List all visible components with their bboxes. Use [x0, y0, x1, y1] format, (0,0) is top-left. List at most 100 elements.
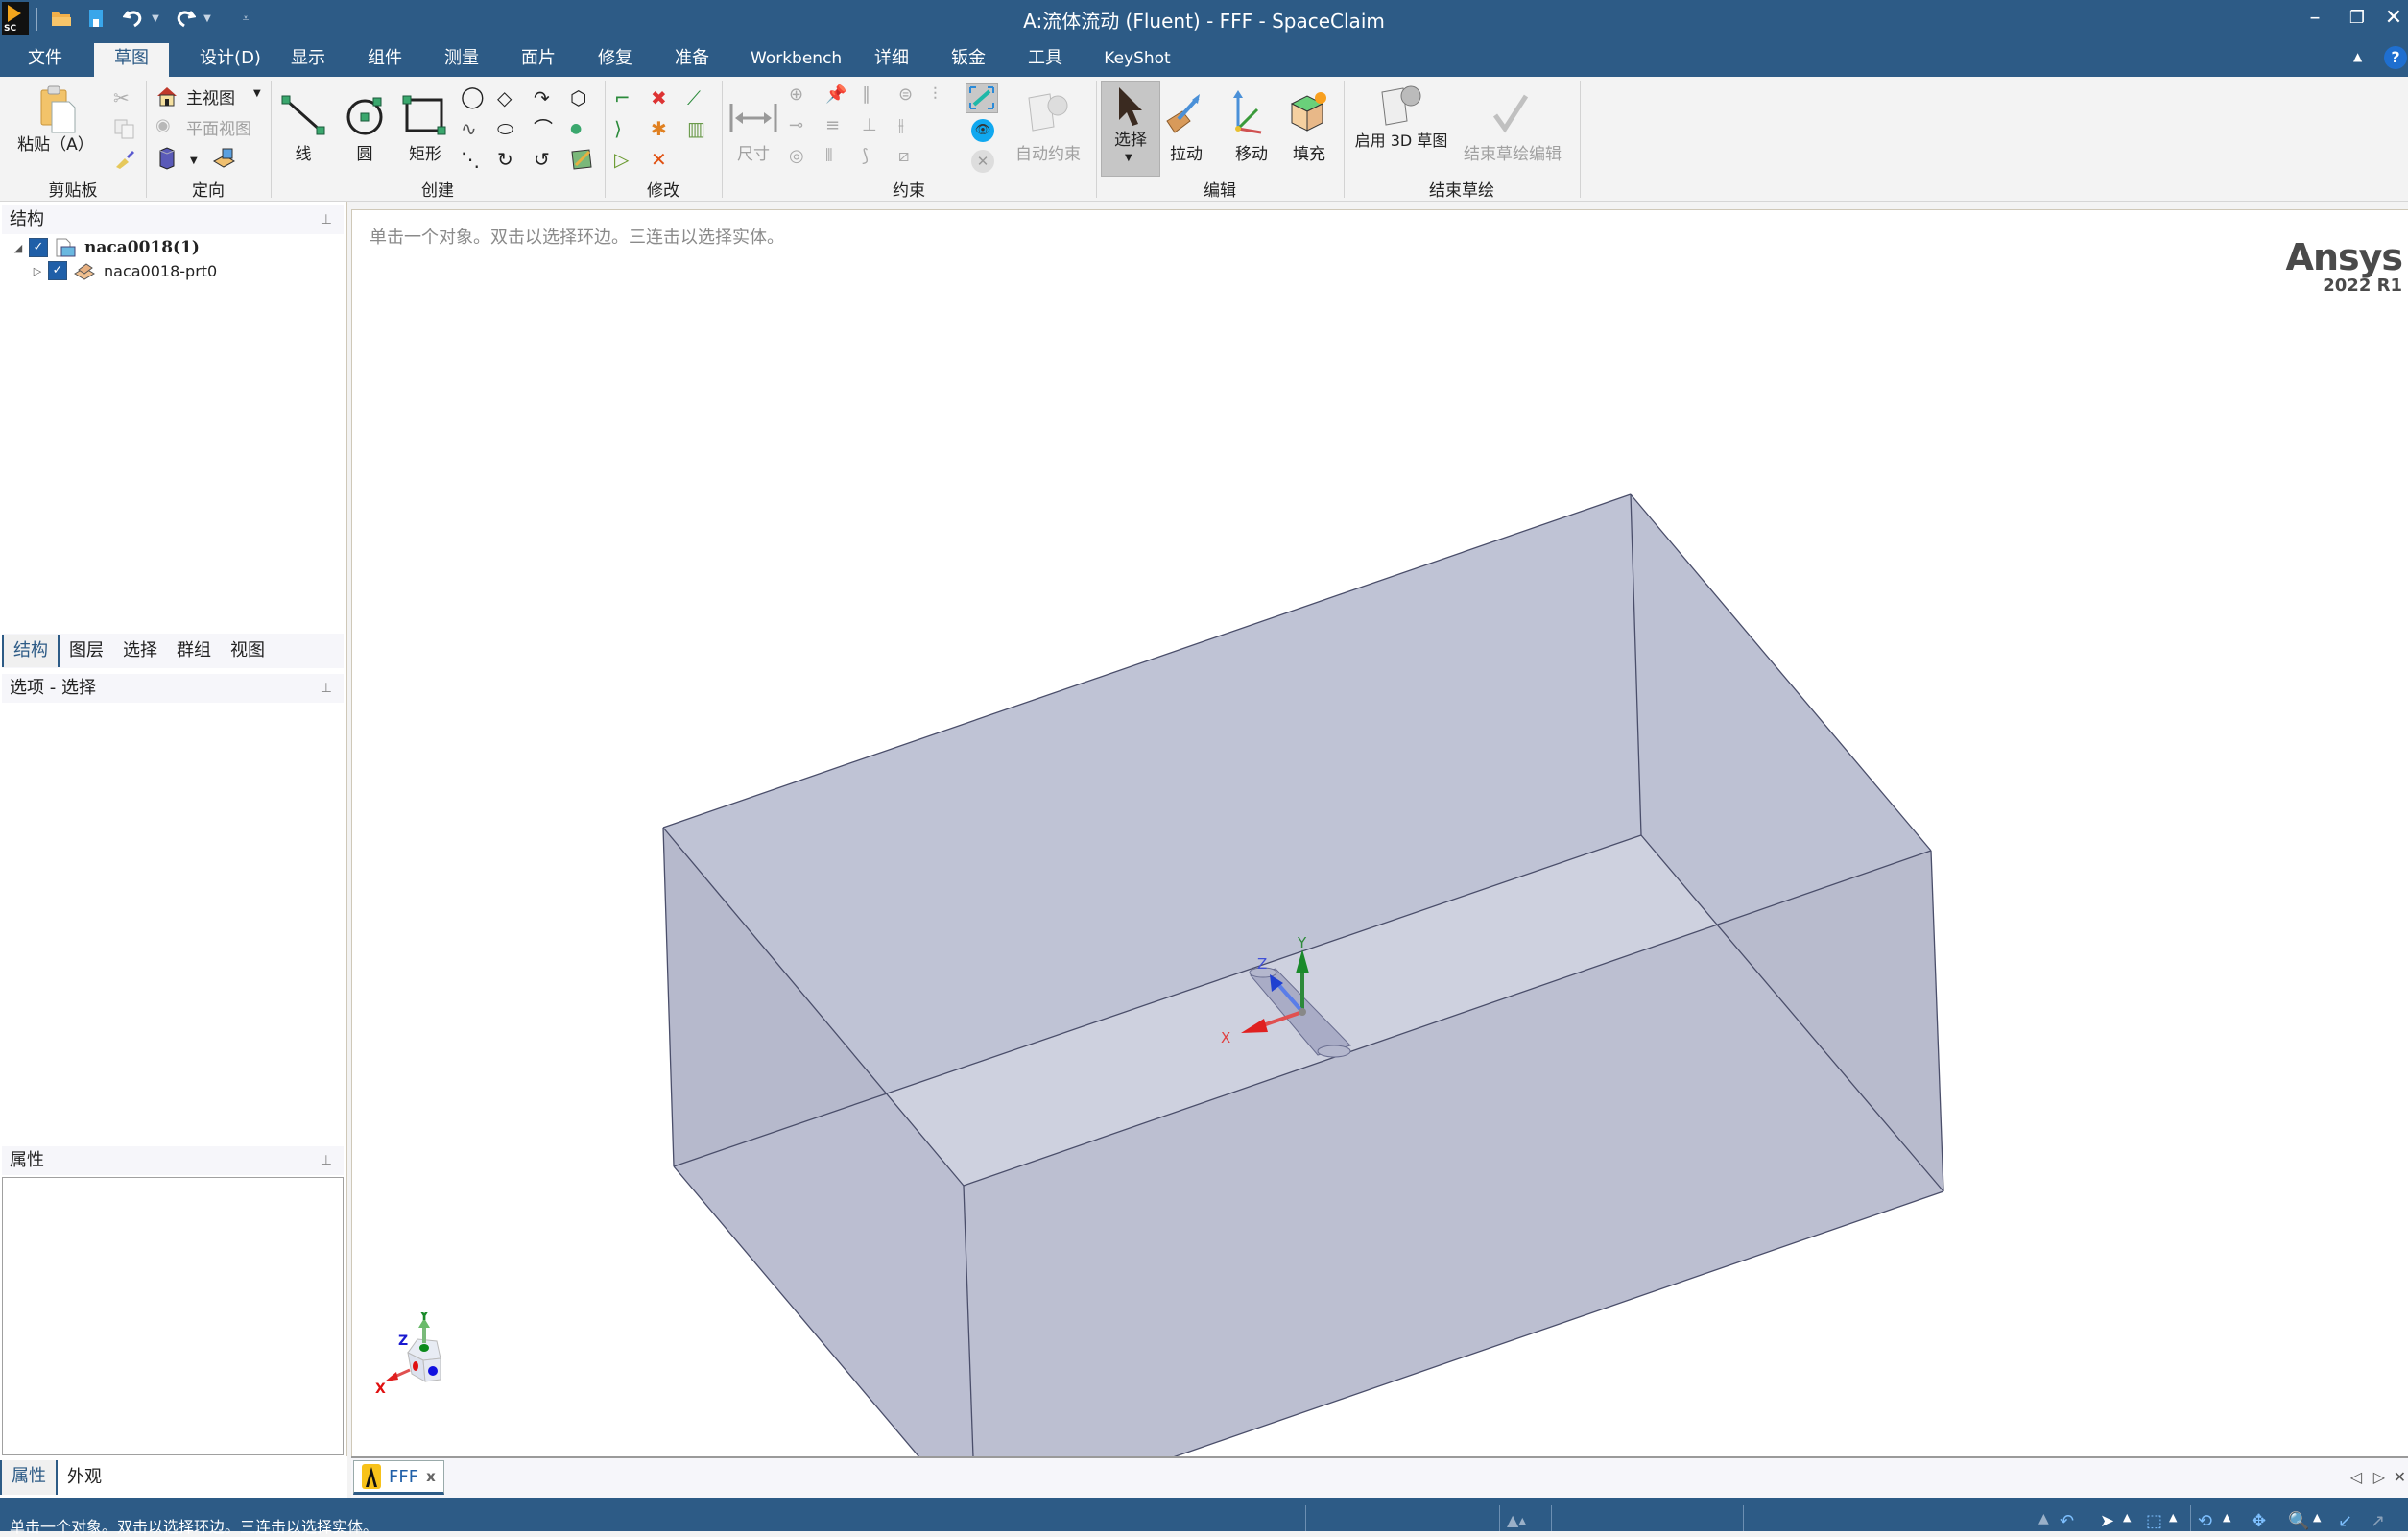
line-tool-label[interactable]: 线: [286, 140, 321, 164]
slot-icon[interactable]: ∿: [461, 117, 486, 142]
equal-icon[interactable]: ⊜: [898, 84, 923, 109]
coincident-icon[interactable]: ≡: [825, 115, 850, 140]
create-rounded-corner-icon[interactable]: ⌐: [614, 86, 639, 111]
end-sketch-edit-icon[interactable]: [1491, 92, 1530, 134]
snap-view-icon[interactable]: [211, 146, 236, 171]
zoom-icon[interactable]: 🔍: [2288, 1511, 2309, 1531]
pin-icon[interactable]: ⊥: [321, 674, 332, 703]
tab-repair[interactable]: 修复: [585, 43, 645, 77]
tab-design[interactable]: 设计(D): [182, 43, 278, 77]
format-painter-icon[interactable]: [113, 148, 138, 173]
spin-dropdown-icon[interactable]: ▲: [2223, 1511, 2230, 1524]
select-mode-dropdown-icon[interactable]: ▲: [2123, 1511, 2131, 1524]
show-constraints-eye-icon[interactable]: 👁: [971, 119, 994, 142]
offset-icon[interactable]: ⟩: [614, 117, 639, 142]
plan-view-button[interactable]: 平面视图: [186, 115, 251, 139]
sweep-arc-icon[interactable]: ↺: [534, 148, 559, 173]
ellipse-icon[interactable]: ⬭: [497, 117, 522, 142]
delete-constraints-icon[interactable]: ✕: [971, 150, 994, 173]
spline-icon[interactable]: ⌒: [534, 117, 559, 142]
rectangle-tool-icon[interactable]: [401, 94, 447, 136]
collinear-icon[interactable]: ⧄: [898, 146, 923, 171]
rectangle-tool-label[interactable]: 矩形: [401, 140, 449, 164]
tab-keyshot[interactable]: KeyShot: [1094, 43, 1180, 77]
parallel-icon[interactable]: ∥: [862, 84, 887, 109]
tree-item-naca0018-prt0[interactable]: ▷ ✓ naca0018-prt0: [31, 259, 217, 282]
dimension-label[interactable]: 尺寸: [731, 140, 775, 164]
home-view-icon[interactable]: [155, 84, 180, 109]
vertical-icon[interactable]: ⫴: [825, 146, 850, 171]
construction-line-icon[interactable]: ⋱: [461, 148, 486, 173]
tangent-arc-icon[interactable]: ↷: [534, 86, 559, 111]
three-point-arc-icon[interactable]: ↻: [497, 148, 522, 173]
tab-views[interactable]: 视图: [221, 635, 274, 667]
bend-icon[interactable]: ▷: [614, 148, 639, 173]
next-tab-icon[interactable]: ▷: [2373, 1468, 2385, 1486]
tab-detail[interactable]: 详细: [862, 43, 921, 77]
3d-viewport[interactable]: 单击一个对象。双击以选择环边。三连击以选择实体。 Ansys 2022 R1 Y…: [351, 209, 2408, 1456]
line-tool-icon[interactable]: [280, 94, 326, 136]
face-curve-icon[interactable]: [570, 148, 595, 173]
trim-away-icon[interactable]: ✖: [651, 86, 676, 111]
doc-tab-close-icon[interactable]: x: [426, 1468, 436, 1485]
home-view-button[interactable]: 主视图: [186, 84, 235, 108]
tab-appearance[interactable]: 外观: [58, 1461, 111, 1494]
tab-structure[interactable]: 结构: [2, 635, 60, 667]
circle-tool-icon[interactable]: [344, 94, 386, 136]
project-to-sketch-icon[interactable]: ▥: [687, 117, 712, 142]
horizontal-icon[interactable]: ⊸: [789, 115, 814, 140]
expand-icon[interactable]: ▷: [31, 265, 44, 277]
next-view-icon[interactable]: ↗: [2371, 1511, 2385, 1531]
fluid-domain-box[interactable]: Y Z X: [352, 210, 2408, 1456]
select-button[interactable]: 选择 ▼: [1101, 81, 1160, 177]
home-view-dropdown-icon[interactable]: ▼: [253, 88, 261, 99]
previous-view-icon[interactable]: ↙: [2338, 1511, 2352, 1531]
prev-tab-icon[interactable]: ◁: [2350, 1468, 2362, 1486]
visibility-checkbox[interactable]: ✓: [48, 261, 67, 280]
doc-tab-fff[interactable]: FFF x: [353, 1460, 444, 1495]
midpoint-icon[interactable]: ⫶: [933, 84, 958, 109]
split-curve-icon[interactable]: ✱: [651, 117, 676, 142]
tab-prepare[interactable]: 准备: [662, 43, 722, 77]
end-sketch-edit-label[interactable]: 结束草绘编辑: [1459, 140, 1566, 164]
move-icon[interactable]: [1228, 90, 1267, 134]
pin-icon[interactable]: ⊥: [321, 205, 332, 234]
properties-grid[interactable]: [2, 1177, 344, 1455]
tab-tools[interactable]: 工具: [1015, 43, 1075, 77]
pin-icon[interactable]: ⊥: [321, 1146, 332, 1175]
enable-3d-sketch-label[interactable]: 启用 3D 草图: [1353, 132, 1449, 149]
tab-measure[interactable]: 测量: [432, 43, 491, 77]
snap-indicator-icon[interactable]: ▲▴: [1507, 1511, 1526, 1529]
tab-selection[interactable]: 选择: [113, 635, 167, 667]
offset-curve-icon[interactable]: ⟋: [687, 86, 712, 111]
zoom-constraint-icon[interactable]: ⊕: [789, 84, 814, 109]
tab-groups[interactable]: 群组: [167, 635, 221, 667]
collapse-icon[interactable]: ◢: [12, 242, 25, 254]
auto-constrain-label[interactable]: 自动约束: [1012, 140, 1085, 164]
pull-label[interactable]: 拉动: [1167, 140, 1205, 164]
box-select-dropdown-icon[interactable]: ▲: [2169, 1511, 2177, 1524]
tab-workbench[interactable]: Workbench: [741, 43, 843, 77]
move-label[interactable]: 移动: [1232, 140, 1271, 164]
spin-icon[interactable]: ⟲: [2198, 1511, 2212, 1531]
show-constraints-toggle[interactable]: [966, 83, 998, 113]
tab-display[interactable]: 显示: [278, 43, 338, 77]
fill-icon[interactable]: [1288, 90, 1328, 134]
circle-tool-label[interactable]: 圆: [347, 140, 382, 164]
view-cube-icon[interactable]: [155, 146, 180, 171]
tree-item-naca0018[interactable]: ◢ ✓ naca0018(1): [12, 236, 200, 259]
enable-3d-sketch-icon[interactable]: [1378, 83, 1422, 127]
symmetric-icon[interactable]: ⫲: [898, 115, 923, 140]
tab-sheet-metal[interactable]: 钣金: [939, 43, 998, 77]
paste-button[interactable]: 粘贴（A）: [13, 131, 98, 155]
close-button[interactable]: ✕: [2374, 2, 2408, 35]
restore-button[interactable]: ❐: [2338, 2, 2376, 35]
collapse-ribbon-icon[interactable]: ▲: [2353, 50, 2362, 63]
cut-icon[interactable]: ✂: [113, 86, 138, 111]
tab-file[interactable]: 文件: [15, 43, 75, 77]
minimize-button[interactable]: –: [2296, 2, 2334, 35]
tangent-circle-icon[interactable]: ◯: [461, 86, 486, 111]
undo-select-icon[interactable]: ↶: [2060, 1511, 2074, 1531]
view-dropdown-icon[interactable]: ▼: [190, 156, 198, 166]
polygon-rect-icon[interactable]: ◇: [497, 86, 522, 111]
